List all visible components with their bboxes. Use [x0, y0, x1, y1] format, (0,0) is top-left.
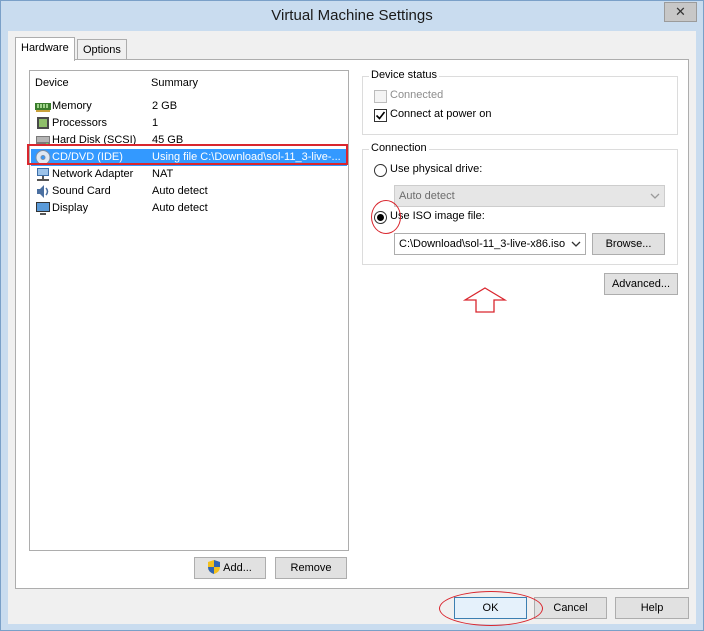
ok-button[interactable]: OK	[454, 597, 527, 619]
remove-button-label: Remove	[290, 562, 332, 574]
device-list[interactable]: Device Summary Memory 2 GB Processors 1 …	[29, 70, 349, 551]
shield-icon	[208, 560, 221, 574]
device-row-cd-dvd[interactable]: CD/DVD (IDE) Using file C:\Download\sol-…	[31, 149, 347, 166]
help-button[interactable]: Help	[615, 597, 689, 619]
remove-hardware-button[interactable]: Remove	[275, 557, 347, 579]
close-button[interactable]: ✕	[664, 2, 697, 22]
device-row-display[interactable]: Display Auto detect	[31, 200, 347, 217]
display-icon	[36, 202, 50, 215]
device-name: Processors	[52, 117, 108, 129]
device-row-processors[interactable]: Processors 1	[31, 115, 347, 132]
browse-button[interactable]: Browse...	[592, 233, 665, 255]
connected-label: Connected	[390, 89, 444, 101]
connection-group: Connection Use physical drive: Auto dete…	[362, 142, 678, 265]
device-summary: 1	[152, 117, 159, 129]
device-summary: Using file C:\Download\sol-11_3-live-...	[152, 151, 341, 163]
device-name: Sound Card	[52, 185, 111, 197]
device-row-memory[interactable]: Memory 2 GB	[31, 98, 347, 115]
annotation-up-arrow-icon	[463, 287, 507, 313]
processor-icon	[37, 117, 49, 129]
iso-path-combo[interactable]: C:\Download\sol-11_3-live-x86.iso	[394, 233, 586, 255]
add-button-label: Add...	[223, 562, 252, 574]
device-row-network-adapter[interactable]: Network Adapter NAT	[31, 166, 347, 183]
ok-button-label: OK	[482, 602, 499, 614]
device-name: Display	[52, 202, 89, 214]
checkmark-icon	[375, 111, 386, 120]
radio-dot	[377, 214, 384, 221]
device-name: Network Adapter	[52, 168, 134, 180]
memory-icon	[35, 103, 51, 112]
tab-hardware-label: Hardware	[21, 42, 69, 54]
device-name: Memory	[52, 100, 92, 112]
column-header-device[interactable]: Device	[35, 77, 69, 89]
advanced-button[interactable]: Advanced...	[604, 273, 678, 295]
connect-at-power-on-label: Connect at power on	[390, 108, 492, 120]
device-summary: NAT	[152, 168, 174, 180]
device-summary: Auto detect	[152, 185, 208, 197]
device-name: CD/DVD (IDE)	[52, 151, 123, 163]
browse-button-label: Browse...	[605, 238, 652, 250]
advanced-button-label: Advanced...	[611, 278, 671, 290]
device-list-header: Device Summary	[30, 71, 348, 93]
use-iso-image-radio[interactable]	[374, 211, 387, 224]
hard-disk-icon	[36, 136, 50, 145]
tab-options[interactable]: Options	[77, 39, 127, 60]
cd-dvd-icon	[35, 150, 51, 165]
use-iso-image-label: Use ISO image file:	[390, 210, 485, 222]
device-name: Hard Disk (SCSI)	[52, 134, 137, 146]
device-summary: Auto detect	[152, 202, 208, 214]
connection-title: Connection	[369, 142, 429, 154]
device-status-group: Device status Connected Connect at power…	[362, 69, 678, 135]
dialog-client: Hardware Options Device Summary Memory 2…	[8, 31, 696, 626]
network-adapter-icon	[37, 168, 49, 181]
device-row-sound-card[interactable]: Sound Card Auto detect	[31, 183, 347, 200]
connected-checkbox[interactable]	[374, 90, 387, 103]
window-title: Virtual Machine Settings	[271, 7, 433, 24]
physical-drive-value: Auto detect	[399, 190, 455, 202]
physical-drive-select[interactable]: Auto detect	[394, 185, 665, 207]
device-summary: 2 GB	[152, 100, 178, 112]
connect-at-power-on-checkbox[interactable]	[374, 109, 387, 122]
cancel-button[interactable]: Cancel	[534, 597, 607, 619]
use-physical-drive-label: Use physical drive:	[390, 163, 483, 175]
window: Virtual Machine Settings ✕ Hardware Opti…	[0, 0, 704, 631]
iso-path-value: C:\Download\sol-11_3-live-x86.iso	[399, 238, 566, 250]
cancel-button-label: Cancel	[553, 602, 588, 614]
sound-card-icon	[37, 185, 49, 198]
help-button-label: Help	[640, 602, 664, 614]
device-row-hard-disk[interactable]: Hard Disk (SCSI) 45 GB	[31, 132, 347, 149]
hardware-tab-panel: Device Summary Memory 2 GB Processors 1 …	[15, 59, 689, 589]
chevron-down-icon	[650, 193, 660, 199]
tab-options-label: Options	[83, 44, 121, 56]
column-header-summary[interactable]: Summary	[151, 77, 198, 89]
close-icon: ✕	[675, 4, 686, 19]
add-hardware-button[interactable]: Add...	[194, 557, 266, 579]
tab-hardware[interactable]: Hardware	[15, 37, 75, 61]
device-status-title: Device status	[369, 69, 440, 81]
device-summary: 45 GB	[152, 134, 184, 146]
chevron-down-icon	[571, 241, 581, 247]
use-physical-drive-radio[interactable]	[374, 164, 387, 177]
